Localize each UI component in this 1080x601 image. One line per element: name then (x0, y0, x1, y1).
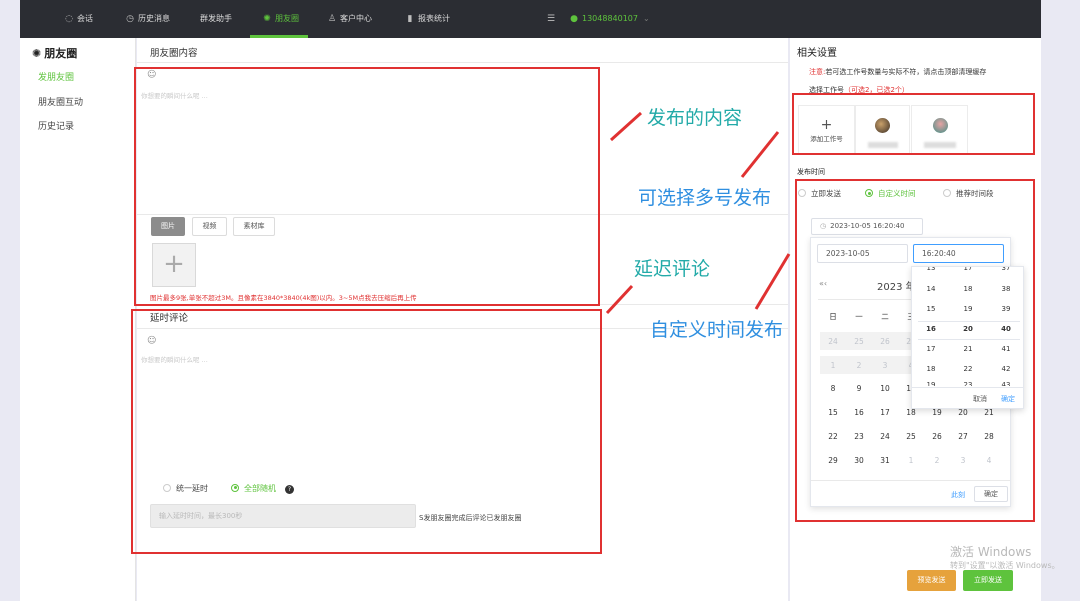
arrow-delay (605, 284, 634, 315)
annotation-custom-time: 自定义时间发布 (650, 319, 784, 341)
arrow-content (609, 111, 643, 142)
annotation-content: 发布的内容 (647, 107, 743, 129)
annotation-delay-comment: 延迟评论 (634, 258, 711, 280)
annotation-arrows (605, 111, 791, 315)
arrow-multi (740, 131, 780, 178)
arrow-time (754, 253, 791, 310)
annotation-multi-account: 可选择多号发布 (638, 187, 772, 209)
